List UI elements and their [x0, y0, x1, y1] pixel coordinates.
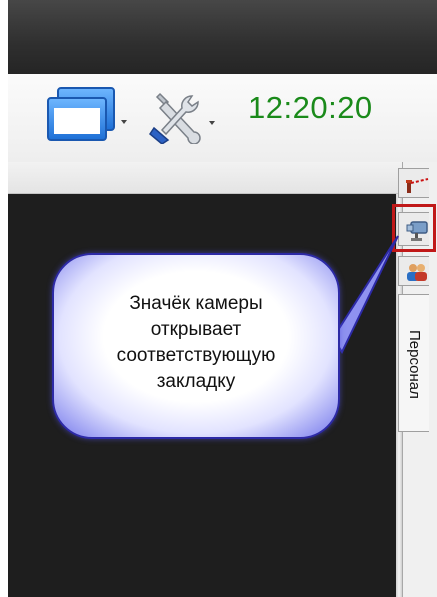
chevron-down-icon	[209, 120, 215, 125]
tools-menu-button[interactable]	[148, 88, 215, 149]
tab-people[interactable]	[398, 256, 429, 286]
panel-header-strip	[8, 162, 437, 194]
people-icon	[405, 262, 429, 287]
chevron-down-icon	[121, 119, 127, 124]
windows-icon	[44, 86, 118, 149]
camera-tab-highlight	[392, 204, 436, 252]
wrench-screwdriver-icon	[148, 88, 206, 149]
callout-bubble: Значёк камеры открывает соответствующую …	[52, 253, 340, 439]
gate-icon	[405, 174, 429, 199]
clock: 12:20:20	[248, 90, 373, 125]
tab-personnel[interactable]: Персонал	[398, 294, 429, 432]
windows-menu-button[interactable]	[44, 86, 127, 149]
callout-text: Значёк камеры открывает соответствующую …	[116, 293, 276, 392]
tab-gate[interactable]	[398, 168, 429, 198]
tab-personnel-label: Персонал	[406, 329, 423, 399]
title-bar	[8, 0, 437, 74]
